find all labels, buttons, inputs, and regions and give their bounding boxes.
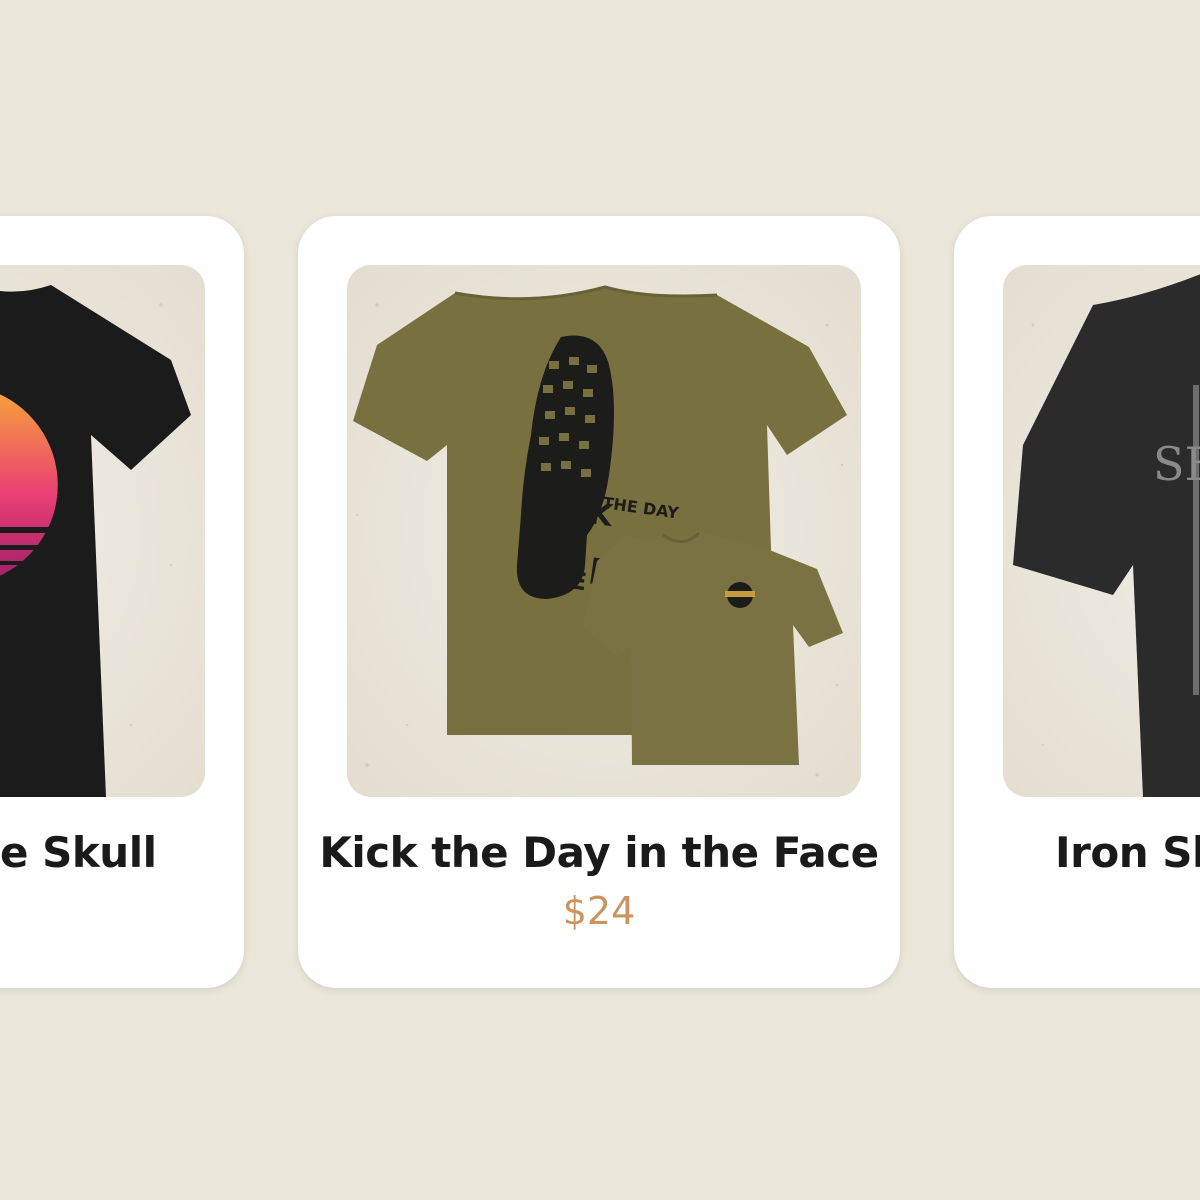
product-title[interactable]: Kick the Day in the Face — [298, 828, 900, 877]
product-card[interactable]: SH Iron Sh — [954, 216, 1200, 988]
product-title[interactable]: Iron Sh — [1055, 828, 1200, 877]
product-image[interactable]: KICK THE DAY IN THE FACE — [347, 265, 861, 797]
graphic-text: IN — [534, 525, 572, 562]
product-title[interactable]: e Skull — [0, 828, 157, 877]
product-carousel: e Skull KICK THE DAY IN THE Kick the Day… — [0, 0, 1200, 1200]
product-card[interactable]: e Skull — [0, 216, 244, 988]
graphic-text: SH — [1153, 437, 1200, 491]
product-card[interactable]: KICK THE DAY IN THE FACE Kick the Day in… — [298, 216, 900, 988]
product-image[interactable] — [0, 265, 205, 797]
product-image[interactable]: SH — [1003, 265, 1200, 797]
product-price: $24 — [562, 889, 636, 933]
